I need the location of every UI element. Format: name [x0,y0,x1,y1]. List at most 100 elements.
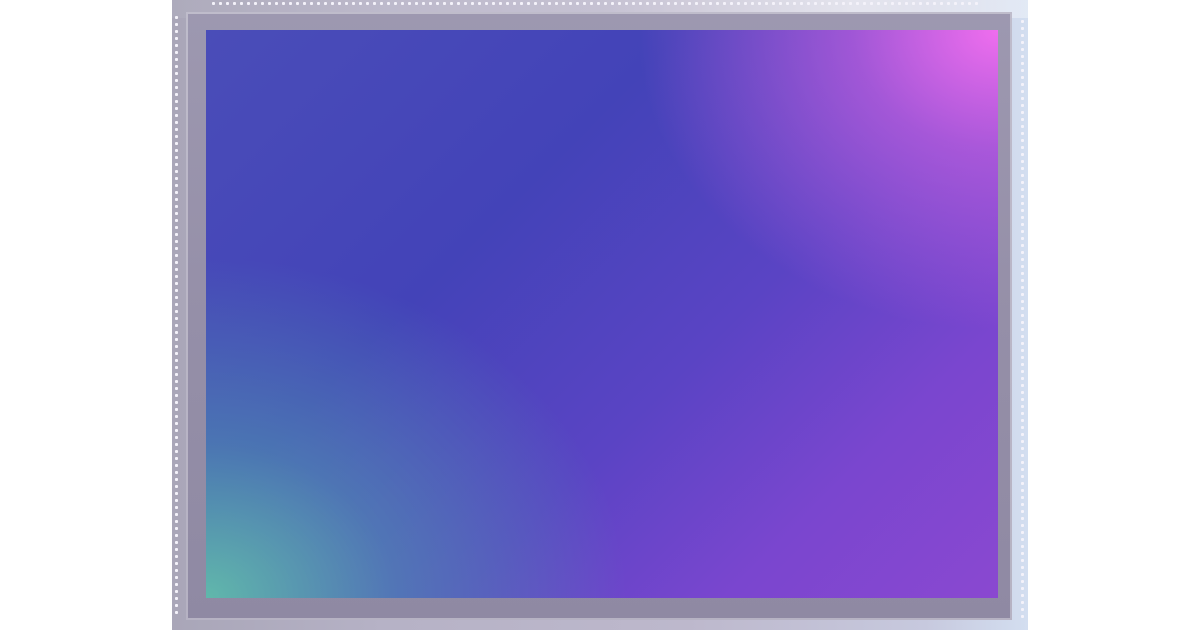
package-pin [499,2,502,5]
package-pin [1021,608,1024,611]
package-pin [175,597,178,600]
package-pin [175,583,178,586]
package-pin [1021,580,1024,583]
package-pin [175,51,178,54]
package-pin [175,485,178,488]
package-pin [175,86,178,89]
package-pin [1021,167,1024,170]
package-pin [212,2,215,5]
package-pin [828,2,831,5]
package-pin [1021,146,1024,149]
package-pin [380,2,383,5]
package-pin [175,184,178,187]
package-pin [863,2,866,5]
package-pin [961,2,964,5]
package-pin [1021,461,1024,464]
package-pin [175,177,178,180]
package-pin [408,2,411,5]
package-pin [175,478,178,481]
package-pin [1021,55,1024,58]
package-pin [1021,223,1024,226]
package-pin [849,2,852,5]
package-pin [520,2,523,5]
package-pin [590,2,593,5]
package-pin [175,100,178,103]
package-pin [513,2,516,5]
package-pin [175,268,178,271]
package-pin [331,2,334,5]
package-pin [175,303,178,306]
package-pin [175,317,178,320]
package-pin [175,520,178,523]
package-pin [471,2,474,5]
package-pin [175,205,178,208]
package-pin [175,247,178,250]
package-pin [175,275,178,278]
package-pin [716,2,719,5]
package-pin [464,2,467,5]
package-pin [175,149,178,152]
image-scene [0,0,1200,630]
package-pin [1021,440,1024,443]
package-pin [175,324,178,327]
package-pin [1021,286,1024,289]
package-pin [1021,587,1024,590]
package-pin [175,23,178,26]
package-pin [569,2,572,5]
package-pin [1021,489,1024,492]
package-pin [800,2,803,5]
package-pin [1021,573,1024,576]
package-pin [175,590,178,593]
package-pin [485,2,488,5]
package-pin [175,569,178,572]
package-pin [175,289,178,292]
package-pin [1021,454,1024,457]
package-pin [175,254,178,257]
package-pin [1021,160,1024,163]
package-pin [625,2,628,5]
package-pin [1021,41,1024,44]
package-pin [401,2,404,5]
package-pin [359,2,362,5]
package-pin [891,2,894,5]
package-pin [175,282,178,285]
package-pin [1021,545,1024,548]
package-pin [1021,510,1024,513]
package-pin [1021,482,1024,485]
package-pin [175,415,178,418]
package-pin [317,2,320,5]
package-pin [1021,601,1024,604]
package-pin [436,2,439,5]
package-pin [175,387,178,390]
package-pin [1021,83,1024,86]
package-pin [793,2,796,5]
package-pin [1021,272,1024,275]
package-pin [175,16,178,19]
package-pin [345,2,348,5]
package-pin [175,156,178,159]
package-pin [597,2,600,5]
package-pin [268,2,271,5]
package-pin [175,380,178,383]
package-pin [254,2,257,5]
package-pin [1021,111,1024,114]
package-pin [1021,559,1024,562]
package-pin [1021,90,1024,93]
package-pin [1021,125,1024,128]
package-pin [289,2,292,5]
package-pin [175,170,178,173]
package-pin [1021,209,1024,212]
package-pin [1021,517,1024,520]
package-pin [933,2,936,5]
package-pin [175,527,178,530]
package-pin [175,142,178,145]
package-pin [1021,615,1024,618]
package-pin [1021,377,1024,380]
package-pin [646,2,649,5]
package-pin [1021,279,1024,282]
package-pin [1021,524,1024,527]
package-pin [1021,566,1024,569]
package-pin [175,555,178,558]
package-pin [175,513,178,516]
package-pin [175,359,178,362]
